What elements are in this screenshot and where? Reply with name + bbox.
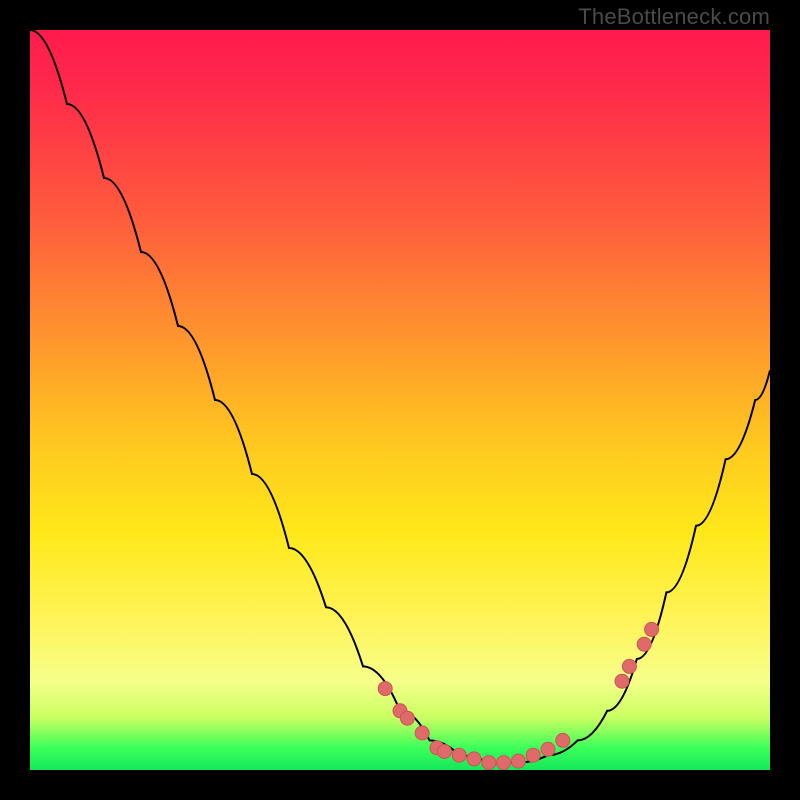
curve-svg [30,30,770,770]
curve-marker [541,742,555,756]
curve-marker [637,637,651,651]
curve-marker [437,745,451,759]
curve-marker [645,622,659,636]
curve-marker [556,733,570,747]
chart-stage: TheBottleneck.com [0,0,800,800]
curve-marker [378,682,392,696]
curve-marker [482,756,496,770]
curve-marker [526,748,540,762]
curve-marker [415,726,429,740]
curve-marker [452,748,466,762]
curve-marker [400,711,414,725]
curve-markers [378,622,658,769]
watermark-text: TheBottleneck.com [578,4,770,30]
curve-marker [467,752,481,766]
curve-marker [615,674,629,688]
plot-area [30,30,770,770]
curve-marker [497,756,511,770]
bottleneck-curve [30,30,770,763]
curve-marker [622,659,636,673]
curve-marker [511,754,525,768]
